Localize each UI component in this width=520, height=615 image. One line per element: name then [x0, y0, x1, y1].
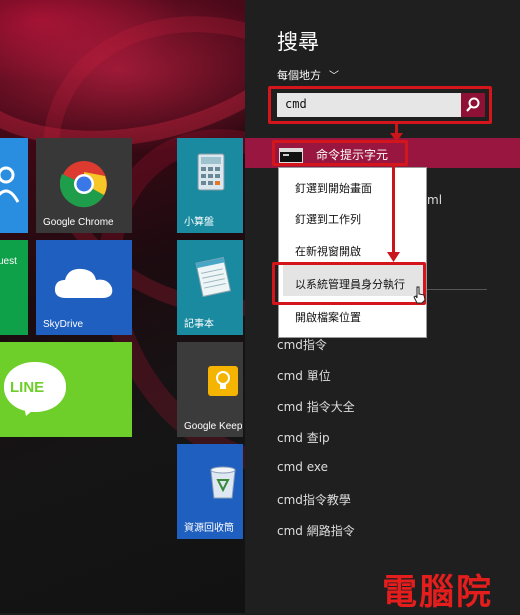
- tile-label: 資源回收筒: [184, 523, 234, 534]
- divider: [427, 289, 487, 290]
- calculator-icon: [197, 153, 225, 191]
- notepad-icon: [195, 256, 232, 298]
- chevron-down-icon: ﹀: [329, 71, 339, 82]
- tile-google-keep[interactable]: Google Keep: [177, 342, 243, 437]
- person-icon: [0, 166, 20, 203]
- tile-label: Google Chrome: [43, 217, 114, 228]
- annotation-arrowhead: [387, 252, 400, 262]
- recycle-bin-icon: [210, 466, 236, 499]
- tile-label: uest: [0, 256, 17, 267]
- partial-tile-blue[interactable]: [0, 138, 28, 233]
- annotation-arrow: [392, 166, 395, 254]
- watermark: 電腦院: [382, 572, 494, 613]
- tile-skydrive[interactable]: SkyDrive: [36, 240, 132, 335]
- tile-calculator[interactable]: 小算盤: [177, 138, 243, 233]
- tile-notepad[interactable]: 記事本: [177, 240, 243, 335]
- annotation-highlight-result: [272, 140, 408, 166]
- result-item[interactable]: cmd 查ip: [277, 429, 330, 446]
- result-item[interactable]: cmd exe: [277, 460, 328, 474]
- tile-recycle-bin[interactable]: 資源回收筒: [177, 444, 243, 539]
- result-item[interactable]: cmd 單位: [277, 367, 331, 384]
- menu-item-pin-to-start[interactable]: 釘選到開始畫面: [295, 180, 372, 196]
- search-title: 搜尋: [277, 30, 319, 54]
- keep-icon: [208, 366, 238, 396]
- tile-label: 小算盤: [184, 217, 214, 228]
- hand-cursor-icon: [413, 286, 426, 304]
- tile-google-chrome[interactable]: Google Chrome: [36, 138, 132, 233]
- tile-label: Google Keep: [184, 421, 243, 432]
- menu-item-open-new-window[interactable]: 在新視窗開啟: [295, 243, 361, 259]
- context-menu: 釘選到開始畫面 釘選到工作列 在新視窗開啟 以系統管理員身分執行 開啟檔案位置: [278, 167, 427, 338]
- result-item[interactable]: cmd 網路指令: [277, 522, 355, 539]
- cloud-icon: [54, 268, 113, 298]
- search-scope-dropdown[interactable]: 每個地方 ﹀: [277, 67, 339, 83]
- search-scope-label: 每個地方: [277, 69, 321, 82]
- tile-label: SkyDrive: [43, 319, 84, 330]
- line-logo-text: LINE: [10, 379, 45, 396]
- lightbulb-icon: [216, 371, 230, 389]
- annotation-arrowhead: [390, 133, 403, 142]
- annotation-highlight-search: [268, 86, 492, 124]
- result-item[interactable]: cmd 指令大全: [277, 398, 355, 415]
- annotation-highlight-run-as-admin: [272, 262, 426, 305]
- result-partial-text: ml: [427, 193, 443, 207]
- tile-label: 記事本: [184, 319, 214, 330]
- result-item[interactable]: cmd指令教學: [277, 491, 351, 508]
- tile-line[interactable]: LINE: [0, 342, 132, 437]
- menu-item-pin-to-taskbar[interactable]: 釘選到工作列: [295, 211, 361, 227]
- chrome-icon: [60, 161, 107, 208]
- menu-item-open-file-location[interactable]: 開啟檔案位置: [295, 309, 361, 325]
- partial-tile-green[interactable]: uest: [0, 240, 28, 335]
- line-bubble-tail: [24, 406, 38, 416]
- result-item[interactable]: cmd指令: [277, 336, 327, 353]
